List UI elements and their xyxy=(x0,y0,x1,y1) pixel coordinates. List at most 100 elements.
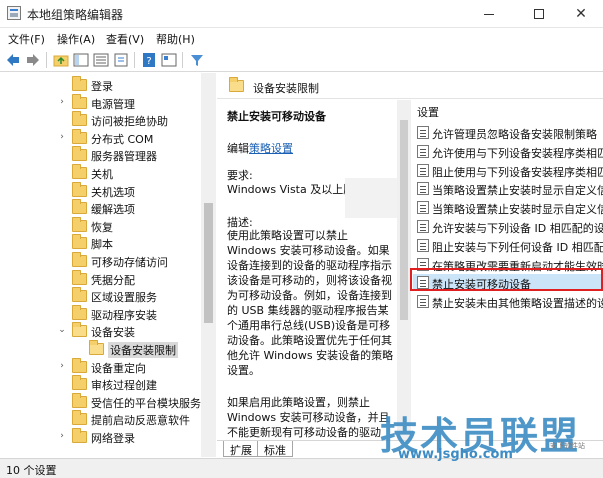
tree-item[interactable]: 驱动程序安装 xyxy=(0,304,200,323)
tree-item[interactable]: › 网络登录 xyxy=(0,428,200,446)
forward-button[interactable] xyxy=(24,51,42,69)
expand-right-icon[interactable]: › xyxy=(57,132,67,142)
description-scroll-thumb[interactable] xyxy=(400,120,408,320)
close-button[interactable]: ✕ xyxy=(558,0,603,28)
toolbar: ? xyxy=(0,48,603,72)
setting-row[interactable]: 当策略设置禁止安装时显示自定义信息 xyxy=(413,180,603,197)
tree-item[interactable]: 服务器管理器 xyxy=(0,146,200,164)
tree-item[interactable]: 审核过程创建 xyxy=(0,375,200,393)
expand-right-icon[interactable]: › xyxy=(57,97,67,107)
setting-label: 允许使用与下列设备安装程序类相匹配 xyxy=(432,146,603,160)
menu-view[interactable]: 查看(V) xyxy=(106,31,144,47)
svg-text:?: ? xyxy=(146,56,151,67)
back-arrow-icon xyxy=(7,54,19,66)
maximize-button[interactable] xyxy=(516,0,562,28)
expand-right-icon[interactable]: › xyxy=(57,361,67,371)
properties-button[interactable] xyxy=(160,51,178,69)
tree-item-label: 分布式 COM xyxy=(91,132,154,146)
tree-item[interactable]: 关机 xyxy=(0,164,200,182)
back-button[interactable] xyxy=(4,51,22,69)
edit-policy-link[interactable]: 策略设置 xyxy=(249,142,293,155)
tree-item[interactable]: 访问被拒绝协助 xyxy=(0,111,200,129)
help-icon: ? xyxy=(143,53,155,67)
folder-icon xyxy=(72,146,87,162)
settings-column-header[interactable]: 设置 xyxy=(417,104,439,120)
tree-item[interactable]: 受信任的平台模块服务 xyxy=(0,392,201,411)
setting-row[interactable]: 阻止安装与下列任何设备 ID 相匹配的设备 xyxy=(413,237,603,254)
up-folder-button[interactable] xyxy=(52,51,70,69)
tree-scrollbar[interactable] xyxy=(201,73,216,457)
tree-item[interactable]: › 分布式 COM xyxy=(0,128,200,147)
tree-scroll-thumb[interactable] xyxy=(204,203,213,323)
title-bar: 本地组策略编辑器 ✕ xyxy=(0,0,603,28)
menu-file[interactable]: 文件(F) xyxy=(8,31,45,47)
show-tree-button[interactable] xyxy=(72,51,90,69)
tree-item[interactable]: 区域设置服务 xyxy=(0,287,200,305)
filter-button[interactable] xyxy=(188,51,206,69)
tab-standard[interactable]: 标准 xyxy=(257,441,293,457)
tree-item[interactable]: › 设备重定向 xyxy=(0,357,200,376)
setting-row[interactable]: 允许管理员忽略设备安装限制策略 xyxy=(413,124,603,141)
setting-label: 当策略设置禁止安装时显示自定义信息 xyxy=(432,184,603,198)
expand-down-icon[interactable]: ⌄ xyxy=(57,325,67,335)
folder-icon xyxy=(72,357,87,373)
setting-label: 允许管理员忽略设备安装限制策略 xyxy=(432,128,597,141)
tree-item[interactable]: 关机选项 xyxy=(0,181,200,200)
policy-setting-icon xyxy=(417,126,429,139)
tree-item[interactable]: 凭据分配 xyxy=(0,269,200,288)
tree-item-label: 缓解选项 xyxy=(91,203,135,217)
help-button[interactable]: ? xyxy=(140,51,158,69)
folder-icon xyxy=(72,410,87,426)
tree-item[interactable]: 可移动存储访问 xyxy=(0,252,200,270)
menu-bar: 文件(F) 操作(A) 查看(V) 帮助(H) xyxy=(0,28,603,48)
menu-help[interactable]: 帮助(H) xyxy=(156,31,195,47)
export-icon xyxy=(114,53,128,67)
tree-item-label: 可移动存储访问 xyxy=(91,256,168,269)
export-list-button[interactable] xyxy=(112,51,130,69)
list-view-button[interactable] xyxy=(92,51,110,69)
minimize-button[interactable] xyxy=(466,0,512,28)
setting-row[interactable]: 允许使用与下列设备安装程序类相匹配 xyxy=(413,143,603,160)
tree-item[interactable]: 提前启动反恶意软件 xyxy=(0,410,200,428)
edit-prefix: 编辑 xyxy=(227,142,249,155)
tree-item-label: 关机选项 xyxy=(91,185,135,199)
tree-item[interactable]: 缓解选项 xyxy=(0,199,200,217)
folder-icon xyxy=(72,128,87,144)
tree-item-label: 服务器管理器 xyxy=(91,150,157,164)
tree-item[interactable]: 恢复 xyxy=(0,216,200,235)
folder-icon xyxy=(72,111,87,127)
folder-icon xyxy=(72,287,87,303)
menu-action[interactable]: 操作(A) xyxy=(57,31,95,47)
tree-item-label: 关机 xyxy=(91,168,113,181)
setting-label: 阻止安装与下列任何设备 ID 相匹配的设备 xyxy=(432,240,603,254)
filter-icon xyxy=(191,55,203,66)
tab-extended[interactable]: 扩展 xyxy=(223,441,259,457)
folder-icon xyxy=(72,428,87,443)
setting-row[interactable]: 允许安装与下列设备 ID 相匹配的设备 xyxy=(413,218,603,235)
setting-row[interactable]: 阻止使用与下列设备安装程序类相匹配 xyxy=(413,162,603,179)
tree-item-label: 登录 xyxy=(91,80,113,93)
folder-icon xyxy=(72,304,87,320)
setting-row[interactable]: 禁止安装未由其他策略设置描述的设备 xyxy=(413,293,603,310)
folder-icon xyxy=(89,340,104,355)
folder-icon xyxy=(72,375,87,391)
folder-icon xyxy=(72,216,87,232)
highlight-annotation xyxy=(410,268,603,291)
setting-label: 允许安装与下列设备 ID 相匹配的设备 xyxy=(432,222,603,235)
tree-item[interactable]: 脚本 xyxy=(0,234,200,252)
policy-title: 禁止安装可移动设备 xyxy=(227,110,326,123)
description-text: 使用此策略设置可以禁止 Windows 安装可移动设备。如果设备连接到的设备的驱… xyxy=(227,229,394,377)
tree-item-label: 受信任的平台模块服务 xyxy=(91,396,201,410)
tree-item[interactable]: 设备安装限制 xyxy=(0,340,200,358)
setting-row[interactable]: 当策略设置禁止安装时显示自定义信息 xyxy=(413,199,603,216)
setting-label: 禁止安装未由其他策略设置描述的设备 xyxy=(432,297,603,311)
policy-setting-icon xyxy=(417,238,429,252)
description-panel: 禁止安装可移动设备 编辑策略设置 要求: Windows Vista 及以上版本… xyxy=(217,100,397,440)
tree-item-label: 恢复 xyxy=(91,220,113,234)
expand-right-icon[interactable]: › xyxy=(57,431,67,441)
tree-item[interactable]: › 电源管理 xyxy=(0,93,200,112)
tree-item[interactable]: 登录 xyxy=(0,76,200,94)
description-scrollbar[interactable] xyxy=(397,100,411,440)
tree-item[interactable]: ⌄ 设备安装 xyxy=(0,322,200,340)
console-tree-icon xyxy=(73,53,89,67)
